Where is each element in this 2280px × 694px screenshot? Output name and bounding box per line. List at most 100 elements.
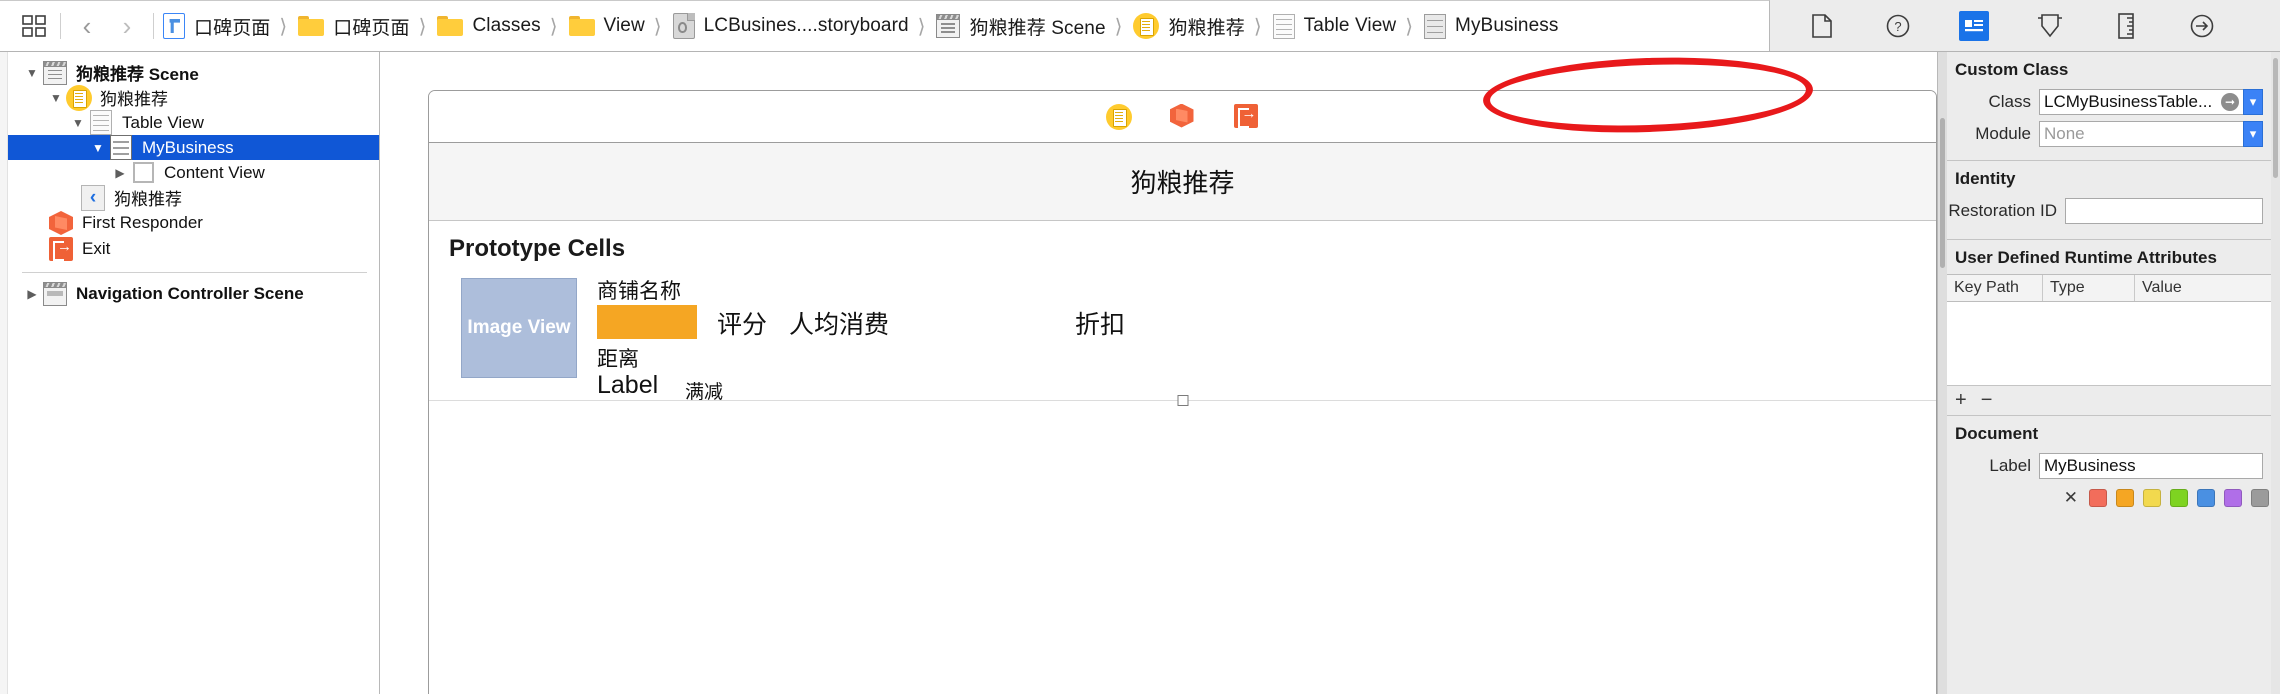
orange-placeholder-view[interactable] bbox=[597, 305, 697, 339]
disclosure-triangle-down-icon[interactable]: ▼ bbox=[68, 116, 88, 130]
toolbar-divider-2 bbox=[153, 13, 154, 39]
document-label-label: Label bbox=[1947, 456, 2039, 476]
breadcrumb-item-3[interactable]: View ⟩ bbox=[566, 1, 670, 51]
avg-consumption-label[interactable]: 人均消费 bbox=[789, 305, 889, 341]
navigation-bar-preview[interactable]: 狗粮推荐 bbox=[429, 143, 1936, 221]
breadcrumb-item-5[interactable]: 狗粮推荐 Scene ⟩ bbox=[933, 1, 1130, 51]
chevron-down-icon[interactable]: ▾ bbox=[2243, 89, 2263, 115]
color-swatch-purple[interactable] bbox=[2224, 489, 2242, 507]
grid-view-icon[interactable] bbox=[14, 9, 54, 43]
breadcrumb-item-1[interactable]: 口碑页面 ⟩ bbox=[295, 1, 434, 51]
quick-help-inspector-tab[interactable]: ? bbox=[1883, 11, 1913, 41]
generic-label[interactable]: Label bbox=[597, 371, 658, 400]
canvas-scrollbar[interactable] bbox=[1938, 52, 1947, 694]
attributes-inspector-tab[interactable] bbox=[2035, 11, 2065, 41]
class-combo-field[interactable]: LCMyBusinessTable... ➞ ▾ bbox=[2039, 89, 2263, 115]
class-label: Class bbox=[1947, 92, 2039, 112]
back-button[interactable]: ‹ bbox=[67, 9, 107, 43]
size-inspector-tab[interactable] bbox=[2111, 11, 2141, 41]
discount-label[interactable]: 折扣 bbox=[1075, 305, 1125, 341]
folder-icon bbox=[298, 16, 324, 36]
outline-row-exit[interactable]: Exit bbox=[0, 236, 379, 262]
distance-label[interactable]: 距离 bbox=[597, 343, 639, 373]
disclosure-triangle-down-icon[interactable]: ▼ bbox=[46, 91, 66, 105]
outline-divider bbox=[22, 272, 367, 273]
view-controller-icon bbox=[66, 85, 92, 111]
exit-icon bbox=[48, 237, 74, 261]
udra-table-body[interactable] bbox=[1947, 302, 2271, 386]
breadcrumb-label-8: MyBusiness bbox=[1455, 15, 1558, 37]
outline-row-view-controller[interactable]: ▼ 狗粮推荐 bbox=[0, 85, 379, 110]
outline-row-content-view[interactable]: ▶ Content View bbox=[0, 160, 379, 185]
image-view[interactable]: Image View bbox=[461, 278, 577, 378]
scene-card: 狗粮推荐 Prototype Cells Image View 商铺名称 评分 … bbox=[428, 90, 1937, 694]
inspector-scrollbar[interactable] bbox=[2271, 52, 2280, 694]
breadcrumb-label-6: 狗粮推荐 bbox=[1168, 13, 1244, 40]
breadcrumb-item-7[interactable]: Table View ⟩ bbox=[1270, 1, 1421, 51]
module-combo-field[interactable]: None ▾ bbox=[2039, 121, 2263, 147]
breadcrumb-label-0: 口碑页面 bbox=[194, 13, 270, 40]
breadcrumb-item-0[interactable]: 口碑页面 ⟩ bbox=[160, 1, 295, 51]
document-label-input[interactable]: MyBusiness bbox=[2039, 453, 2263, 479]
exit-dock-icon[interactable] bbox=[1234, 104, 1260, 130]
manjian-label[interactable]: 满减 bbox=[685, 377, 723, 404]
outline-row-first-responder[interactable]: First Responder bbox=[0, 210, 379, 236]
outline-row-back-bar-item[interactable]: ‹ 狗粮推荐 bbox=[0, 185, 379, 210]
custom-class-section-title: Custom Class bbox=[1947, 52, 2271, 86]
restoration-id-input[interactable] bbox=[2065, 198, 2263, 224]
jump-bar: ‹ › 口碑页面 ⟩ 口碑页面 ⟩ bbox=[0, 0, 1770, 51]
breadcrumb-item-8[interactable]: MyBusiness bbox=[1421, 1, 1561, 51]
no-color-icon[interactable]: ✕ bbox=[2064, 488, 2078, 508]
breadcrumb-item-4[interactable]: LCBusines....storyboard ⟩ bbox=[670, 1, 934, 51]
color-swatch-red[interactable] bbox=[2089, 489, 2107, 507]
color-swatch-orange[interactable] bbox=[2116, 489, 2134, 507]
breadcrumb-item-6[interactable]: 狗粮推荐 ⟩ bbox=[1130, 1, 1269, 51]
score-label[interactable]: 评分 bbox=[717, 305, 767, 341]
identity-inspector-tab[interactable] bbox=[1959, 11, 1989, 41]
outline-label-1: 狗粮推荐 bbox=[100, 85, 168, 110]
image-view-label: Image View bbox=[467, 317, 570, 339]
first-responder-dock-icon[interactable] bbox=[1170, 104, 1196, 130]
class-jump-button[interactable]: ➞ bbox=[2217, 89, 2243, 115]
connections-inspector-tab[interactable] bbox=[2187, 11, 2217, 41]
disclosure-triangle-down-icon[interactable]: ▼ bbox=[22, 66, 42, 80]
xcodeproj-icon bbox=[163, 13, 185, 39]
editor-body: ▼ 狗粮推荐 Scene ▼ 狗粮推荐 ▼ Table View bbox=[0, 52, 2280, 694]
file-inspector-tab[interactable] bbox=[1807, 11, 1837, 41]
ruler-icon bbox=[2118, 13, 2134, 39]
outline-row-table-view[interactable]: ▼ Table View bbox=[0, 110, 379, 135]
arrow-circle-icon bbox=[2190, 14, 2214, 38]
breadcrumb-label-4: LCBusines....storyboard bbox=[704, 15, 909, 37]
udra-remove-button[interactable]: − bbox=[1981, 389, 1993, 412]
outline-row-navigation-controller-scene[interactable]: ▶ Navigation Controller Scene bbox=[0, 281, 379, 306]
view-controller-dock-icon[interactable] bbox=[1106, 104, 1132, 130]
module-value[interactable]: None bbox=[2039, 121, 2243, 147]
udra-column-key-path: Key Path bbox=[1947, 275, 2043, 301]
folder-icon bbox=[437, 16, 463, 36]
document-label-row: Label MyBusiness bbox=[1947, 450, 2271, 482]
document-icon bbox=[1812, 14, 1832, 38]
outline-row-scene[interactable]: ▼ 狗粮推荐 Scene bbox=[0, 60, 379, 85]
storyboard-canvas[interactable]: 狗粮推荐 Prototype Cells Image View 商铺名称 评分 … bbox=[380, 52, 1938, 694]
chevron-down-icon[interactable]: ▾ bbox=[2243, 121, 2263, 147]
udra-column-value: Value bbox=[2135, 275, 2271, 301]
disclosure-triangle-down-icon[interactable]: ▼ bbox=[88, 141, 108, 155]
attributes-slider-icon bbox=[2038, 13, 2062, 39]
breadcrumb-separator-2: ⟩ bbox=[550, 14, 558, 39]
color-swatch-green[interactable] bbox=[2170, 489, 2188, 507]
breadcrumb-item-2[interactable]: Classes ⟩ bbox=[434, 1, 565, 51]
disclosure-triangle-right-icon[interactable]: ▶ bbox=[22, 287, 42, 301]
class-value[interactable]: LCMyBusinessTable... bbox=[2039, 89, 2217, 115]
color-swatch-gray[interactable] bbox=[2251, 489, 2269, 507]
outline-row-mybusiness[interactable]: ▼ MyBusiness bbox=[0, 135, 379, 160]
breadcrumb-separator-0: ⟩ bbox=[279, 14, 287, 39]
color-swatch-yellow[interactable] bbox=[2143, 489, 2161, 507]
cell-resize-handle[interactable] bbox=[1177, 395, 1188, 406]
udra-add-button[interactable]: + bbox=[1955, 389, 1967, 412]
scene-dock bbox=[429, 91, 1936, 143]
forward-button[interactable]: › bbox=[107, 9, 147, 43]
prototype-cell[interactable]: Image View 商铺名称 评分 人均消费 折扣 距离 Label 满减 bbox=[429, 273, 1936, 401]
disclosure-triangle-right-icon[interactable]: ▶ bbox=[110, 166, 130, 180]
shop-name-label[interactable]: 商铺名称 bbox=[597, 275, 681, 305]
color-swatch-blue[interactable] bbox=[2197, 489, 2215, 507]
